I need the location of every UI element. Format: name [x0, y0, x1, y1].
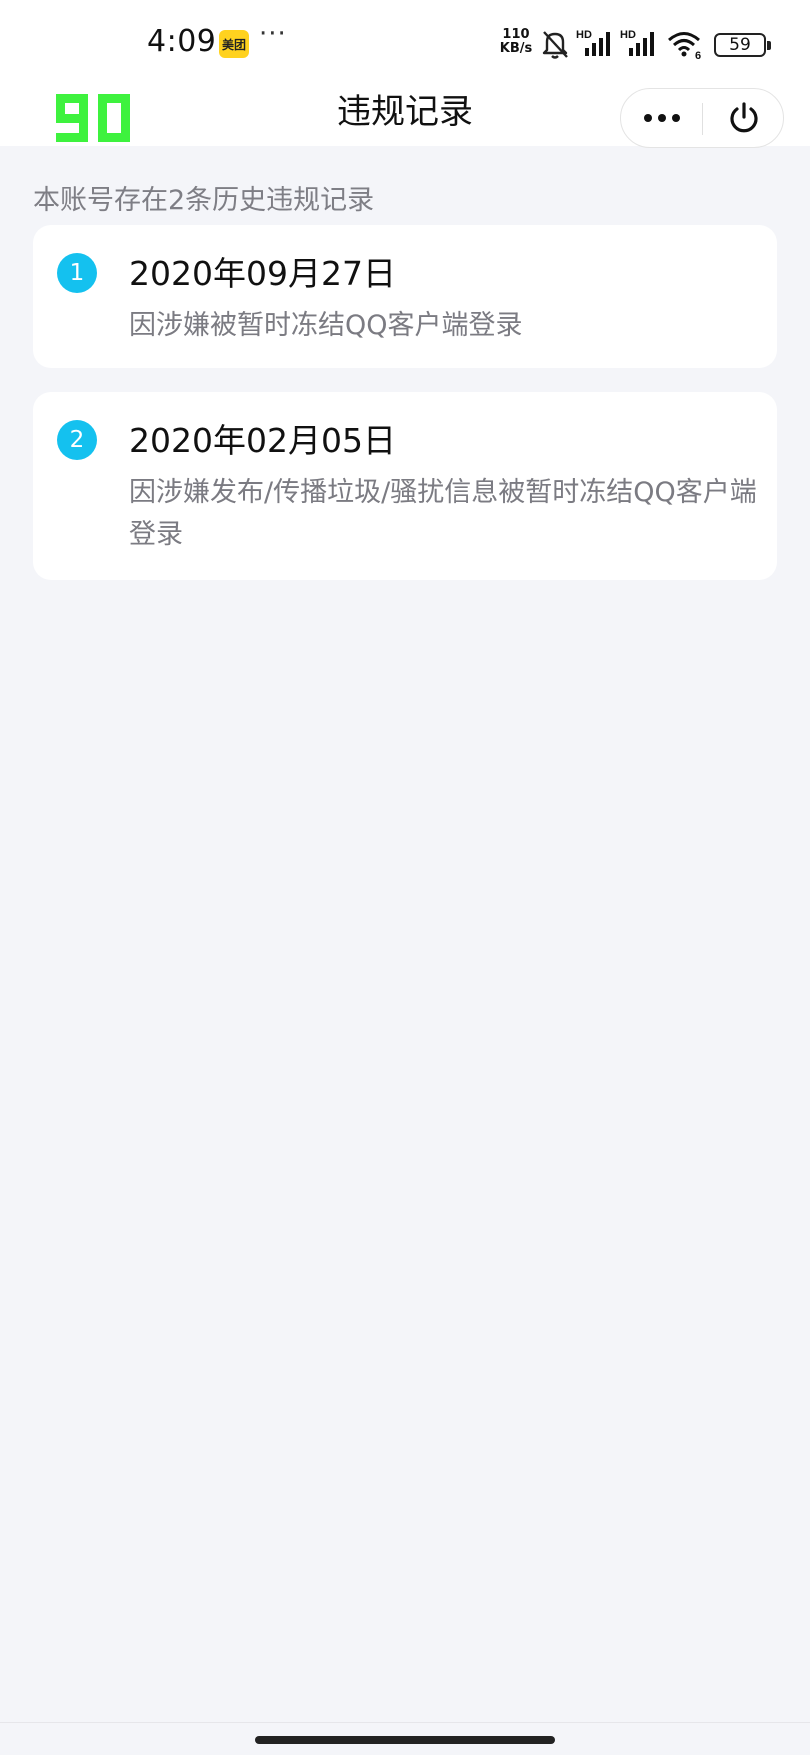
violation-record-card: 1 2020年09月27日 因涉嫌被暂时冻结QQ客户端登录 — [33, 225, 777, 368]
violation-record-card: 2 2020年02月05日 因涉嫌发布/传播垃圾/骚扰信息被暂时冻结QQ客户端登… — [33, 392, 777, 580]
power-glyph — [730, 102, 758, 133]
status-time: 4:09 — [147, 24, 217, 59]
violation-summary: 本账号存在2条历史违规记录 — [33, 185, 375, 216]
record-date: 2020年02月05日 — [129, 421, 396, 460]
record-description: 因涉嫌被暂时冻结QQ客户端登录 — [129, 310, 523, 341]
signal-hd-label: HD — [620, 29, 636, 41]
network-speed: 110 KB/s — [496, 28, 536, 56]
status-bar: 4:09 美团 ··· 110 KB/s HD HD 6 59 — [0, 0, 810, 78]
bell-off-icon — [542, 31, 568, 59]
mini-program-capsule — [620, 88, 784, 148]
nav-bar: 90 违规记录 — [0, 78, 810, 148]
signal-hd-label: HD — [576, 29, 592, 41]
meituan-app-icon: 美团 — [219, 30, 249, 58]
signal-hd-icon: HD — [620, 29, 654, 56]
record-index-badge: 1 — [57, 253, 97, 293]
network-speed-unit: KB/s — [499, 41, 533, 56]
network-speed-value: 110 — [502, 27, 530, 42]
signal-hd-icon: HD — [576, 29, 610, 56]
home-indicator[interactable] — [255, 1736, 555, 1744]
power-icon[interactable] — [703, 89, 785, 147]
record-description: 因涉嫌发布/传播垃圾/骚扰信息被暂时冻结QQ客户端登录 — [129, 477, 757, 550]
record-date: 2020年09月27日 — [129, 254, 396, 293]
more-dots-icon[interactable] — [621, 89, 703, 147]
bottom-divider — [0, 1722, 810, 1723]
record-index-badge: 2 — [57, 420, 97, 460]
battery-icon: 59 — [714, 33, 771, 57]
status-more-icon: ··· — [259, 19, 287, 49]
wifi-6-label: 6 — [695, 50, 701, 60]
wifi-6-icon: 6 — [668, 32, 701, 60]
